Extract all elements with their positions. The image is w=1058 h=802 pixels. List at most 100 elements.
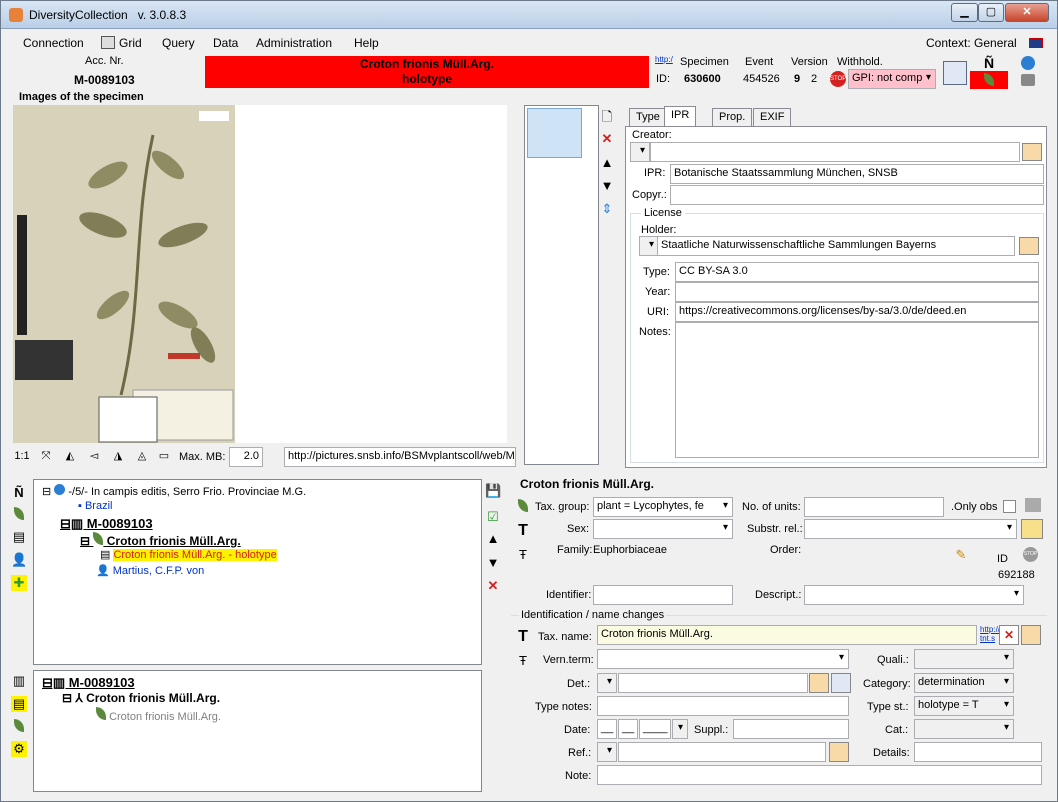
tab-ipr[interactable]: IPR: [664, 106, 697, 127]
add-unit-icon[interactable]: ✚: [11, 575, 27, 591]
menu-data[interactable]: Data: [213, 36, 238, 50]
tree2-node-sub[interactable]: Croton frionis Müll.Arg.: [96, 707, 221, 723]
sex-select[interactable]: [593, 519, 733, 539]
taxon-icon[interactable]: Ñ: [11, 485, 27, 501]
uk-flag-icon[interactable]: [1029, 38, 1043, 48]
ref-lookup-icon[interactable]: [829, 742, 849, 762]
details-field[interactable]: [914, 742, 1042, 762]
license-year-field[interactable]: [675, 282, 1039, 302]
license-uri-field[interactable]: https://creativecommons.org/licenses/by-…: [675, 302, 1039, 322]
ipr-field[interactable]: Botanische Staatssammlung München, SNSB: [670, 164, 1044, 184]
stop-gray-icon[interactable]: STOP: [1023, 547, 1038, 562]
nunits-field[interactable]: [804, 497, 944, 517]
up-icon[interactable]: ▲: [485, 531, 501, 547]
label-icon[interactable]: ▤: [11, 696, 27, 712]
printer-icon[interactable]: [1021, 74, 1035, 86]
copyr-field[interactable]: [670, 185, 1044, 205]
move-down-icon[interactable]: ▼: [599, 178, 615, 194]
taxname-link[interactable]: http://tnt.s: [980, 625, 1000, 643]
zoom-1to1-icon[interactable]: 1:1: [13, 447, 31, 465]
creator-lookup-icon[interactable]: [1022, 143, 1042, 161]
ref-field[interactable]: [618, 742, 826, 762]
delete-icon[interactable]: ✕: [485, 578, 501, 594]
tree-node-collector[interactable]: 👤 Martius, C.F.P. von: [96, 564, 204, 577]
category-select[interactable]: determination: [914, 673, 1014, 693]
thumbnail-item[interactable]: [527, 108, 582, 158]
vern-select[interactable]: [597, 649, 849, 669]
note-field[interactable]: [597, 765, 1042, 785]
frame-icon[interactable]: ▭: [155, 447, 173, 465]
substr-select[interactable]: [804, 519, 1017, 539]
holder-dropdown[interactable]: [639, 236, 659, 256]
http-link[interactable]: http:/: [655, 55, 673, 64]
new-image-icon[interactable]: 🗋: [599, 109, 615, 125]
tree-node-taxon[interactable]: ⊟ Croton frionis Müll.Arg.: [80, 532, 241, 548]
tab-prop[interactable]: Prop.: [712, 108, 753, 127]
check-icon[interactable]: ☑: [485, 509, 501, 525]
taxname-lookup-icon[interactable]: [1021, 625, 1041, 645]
specimen-tree[interactable]: ⊟ -/5/- In campis editis, Serro Frio. Pr…: [33, 479, 482, 665]
flip-icon[interactable]: ◭: [61, 447, 79, 465]
date-year[interactable]: ____: [639, 719, 671, 739]
tree-node-identification[interactable]: ▤ Croton frionis Müll.Arg. - holotype: [100, 548, 277, 561]
minimize-button[interactable]: ▁: [951, 3, 978, 22]
cat-select[interactable]: [914, 719, 1014, 739]
ref-dropdown[interactable]: [597, 742, 617, 762]
maximize-button[interactable]: ▢: [978, 3, 1004, 22]
tree2-node-taxon[interactable]: ⊟ ⅄ Croton frionis Müll.Arg.: [62, 691, 220, 705]
remove-link-icon[interactable]: ✕: [999, 625, 1019, 645]
print-preview-button[interactable]: [943, 61, 967, 85]
tab-exif[interactable]: EXIF: [753, 108, 792, 127]
det-dropdown[interactable]: [597, 673, 617, 693]
plant-icon-2[interactable]: [11, 719, 27, 735]
gpi-withhold-select[interactable]: GPI: not comp: [848, 69, 936, 89]
image-viewer[interactable]: [13, 105, 518, 443]
document-icon[interactable]: ▤: [11, 529, 27, 545]
image-icon[interactable]: [1025, 498, 1041, 512]
taxgroup-select[interactable]: plant = Lycophytes, fe: [593, 497, 733, 517]
menu-administration[interactable]: Administration: [256, 36, 332, 50]
maxmb-input[interactable]: 2.0: [229, 447, 263, 467]
edit-t-icon[interactable]: Ŧ: [515, 547, 531, 563]
creator-field[interactable]: [650, 142, 1020, 162]
tree-node-accession[interactable]: ⊟▥ M-0089103: [60, 516, 153, 532]
menu-query[interactable]: Query: [162, 36, 195, 50]
license-type-field[interactable]: CC BY-SA 3.0: [675, 262, 1039, 282]
collector-icon[interactable]: 👤: [11, 552, 27, 568]
taxon-nav-icon[interactable]: Ñ: [984, 55, 994, 71]
det-person-icon[interactable]: [831, 673, 851, 693]
identifier-field[interactable]: [593, 585, 733, 605]
globe-icon[interactable]: [1021, 56, 1035, 70]
holder-lookup-icon[interactable]: [1019, 237, 1039, 255]
flip-horizontal-icon[interactable]: ◮: [109, 447, 127, 465]
tools-icon[interactable]: ⚙: [11, 741, 27, 757]
menu-grid[interactable]: Grid: [119, 36, 142, 50]
quali-select[interactable]: [914, 649, 1014, 669]
tree-node-country[interactable]: ▪ Brazil: [78, 500, 112, 512]
det-field[interactable]: [618, 673, 808, 693]
descript-select[interactable]: [804, 585, 1024, 605]
menu-connection[interactable]: Connection: [23, 36, 84, 50]
tab-type[interactable]: Type: [629, 108, 667, 127]
hierarchy-tree[interactable]: ⊟▥ M-0089103 ⊟ ⅄ Croton frionis Müll.Arg…: [33, 670, 482, 792]
tree-node-event[interactable]: ⊟ -/5/- In campis editis, Serro Frio. Pr…: [42, 484, 306, 498]
det-lookup-icon[interactable]: [809, 673, 829, 693]
date-dropdown[interactable]: [672, 719, 688, 739]
typest-select[interactable]: holotype = T: [914, 696, 1014, 716]
tree2-node-accession[interactable]: ⊟▥ M-0089103: [42, 675, 135, 691]
image-url-field[interactable]: http://pictures.snsb.info/BSMvplantscoll…: [284, 447, 516, 467]
license-notes-field[interactable]: [675, 322, 1039, 458]
plant-icon[interactable]: [11, 507, 27, 523]
date-month[interactable]: __: [618, 719, 638, 739]
date-day[interactable]: __: [597, 719, 617, 739]
move-up-icon[interactable]: ▲: [599, 155, 615, 171]
relation-icon[interactable]: [1021, 519, 1043, 539]
rotate-left-icon[interactable]: ◅: [85, 447, 103, 465]
t-icon[interactable]: T: [515, 523, 531, 539]
close-button[interactable]: ✕: [1005, 3, 1049, 22]
save-icon[interactable]: 💾: [485, 483, 501, 499]
typenotes-field[interactable]: [597, 696, 849, 716]
taxname-field[interactable]: Croton frionis Müll.Arg.: [597, 625, 977, 645]
fit-icon[interactable]: ⤧: [37, 447, 55, 465]
holder-field[interactable]: Staatliche Naturwissenschaftliche Sammlu…: [657, 236, 1015, 256]
